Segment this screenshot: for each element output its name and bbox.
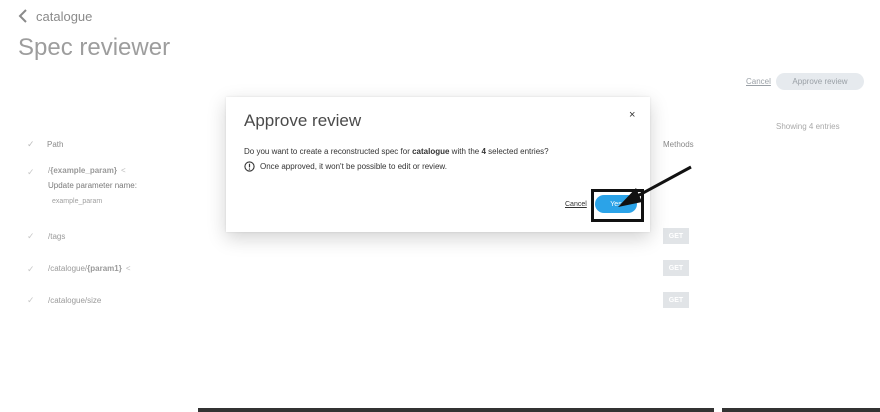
- bottom-bar: [722, 408, 880, 412]
- column-header-path: Path: [47, 140, 64, 149]
- approve-review-dialog: Approve review × Do you want to create a…: [226, 97, 650, 232]
- breadcrumb-label[interactable]: catalogue: [36, 9, 92, 24]
- table-row-path: /catalogue/{param1} <: [48, 264, 131, 273]
- approve-review-button[interactable]: Approve review: [776, 73, 864, 90]
- row-checkbox[interactable]: ✓: [27, 264, 35, 275]
- spec-name: catalogue: [412, 147, 450, 156]
- path-prefix: /tags: [48, 232, 66, 241]
- message-prefix: Do you want to create a reconstructed sp…: [244, 147, 413, 156]
- path-param: {example_param}: [50, 166, 117, 175]
- annotation-arrow-icon: [618, 165, 692, 207]
- exclamation-circle-icon: [244, 161, 255, 172]
- share-icon[interactable]: <: [126, 264, 131, 273]
- row-checkbox[interactable]: ✓: [27, 167, 35, 178]
- cancel-link[interactable]: Cancel: [746, 77, 771, 86]
- column-header-methods: Methods: [663, 140, 694, 149]
- entries-count: Showing 4 entries: [776, 122, 840, 131]
- param-name-label: Update parameter name:: [48, 181, 137, 190]
- method-badge: GET: [663, 260, 689, 276]
- dialog-cancel-button[interactable]: Cancel: [565, 201, 587, 208]
- dialog-warning: Once approved, it won't be possible to e…: [244, 161, 447, 172]
- bottom-bar: [198, 408, 714, 412]
- method-badge: GET: [663, 228, 689, 244]
- dialog-title: Approve review: [244, 111, 362, 130]
- dialog-message: Do you want to create a reconstructed sp…: [244, 147, 549, 156]
- row-checkbox[interactable]: ✓: [27, 295, 35, 306]
- select-all-checkbox[interactable]: ✓: [27, 139, 35, 150]
- message-middle: with the: [449, 147, 482, 156]
- path-prefix: /catalogue/size: [48, 296, 102, 305]
- chevron-left-icon[interactable]: [18, 7, 28, 25]
- param-name-input[interactable]: example_param: [48, 195, 178, 211]
- breadcrumb[interactable]: catalogue: [18, 7, 92, 25]
- table-row-path: /tags: [48, 232, 65, 241]
- close-icon[interactable]: ×: [629, 109, 635, 121]
- path-param: {param1}: [87, 264, 122, 273]
- method-badge: GET: [663, 292, 689, 308]
- path-prefix: /catalogue/: [48, 264, 88, 273]
- share-icon[interactable]: <: [121, 166, 126, 175]
- warning-text: Once approved, it won't be possible to e…: [260, 162, 447, 171]
- table-row-path: /{example_param} <: [48, 166, 126, 175]
- page-title: Spec reviewer: [18, 34, 171, 61]
- message-suffix: selected entries?: [485, 147, 549, 156]
- row-checkbox[interactable]: ✓: [27, 231, 35, 242]
- table-row-path: /catalogue/size: [48, 296, 101, 305]
